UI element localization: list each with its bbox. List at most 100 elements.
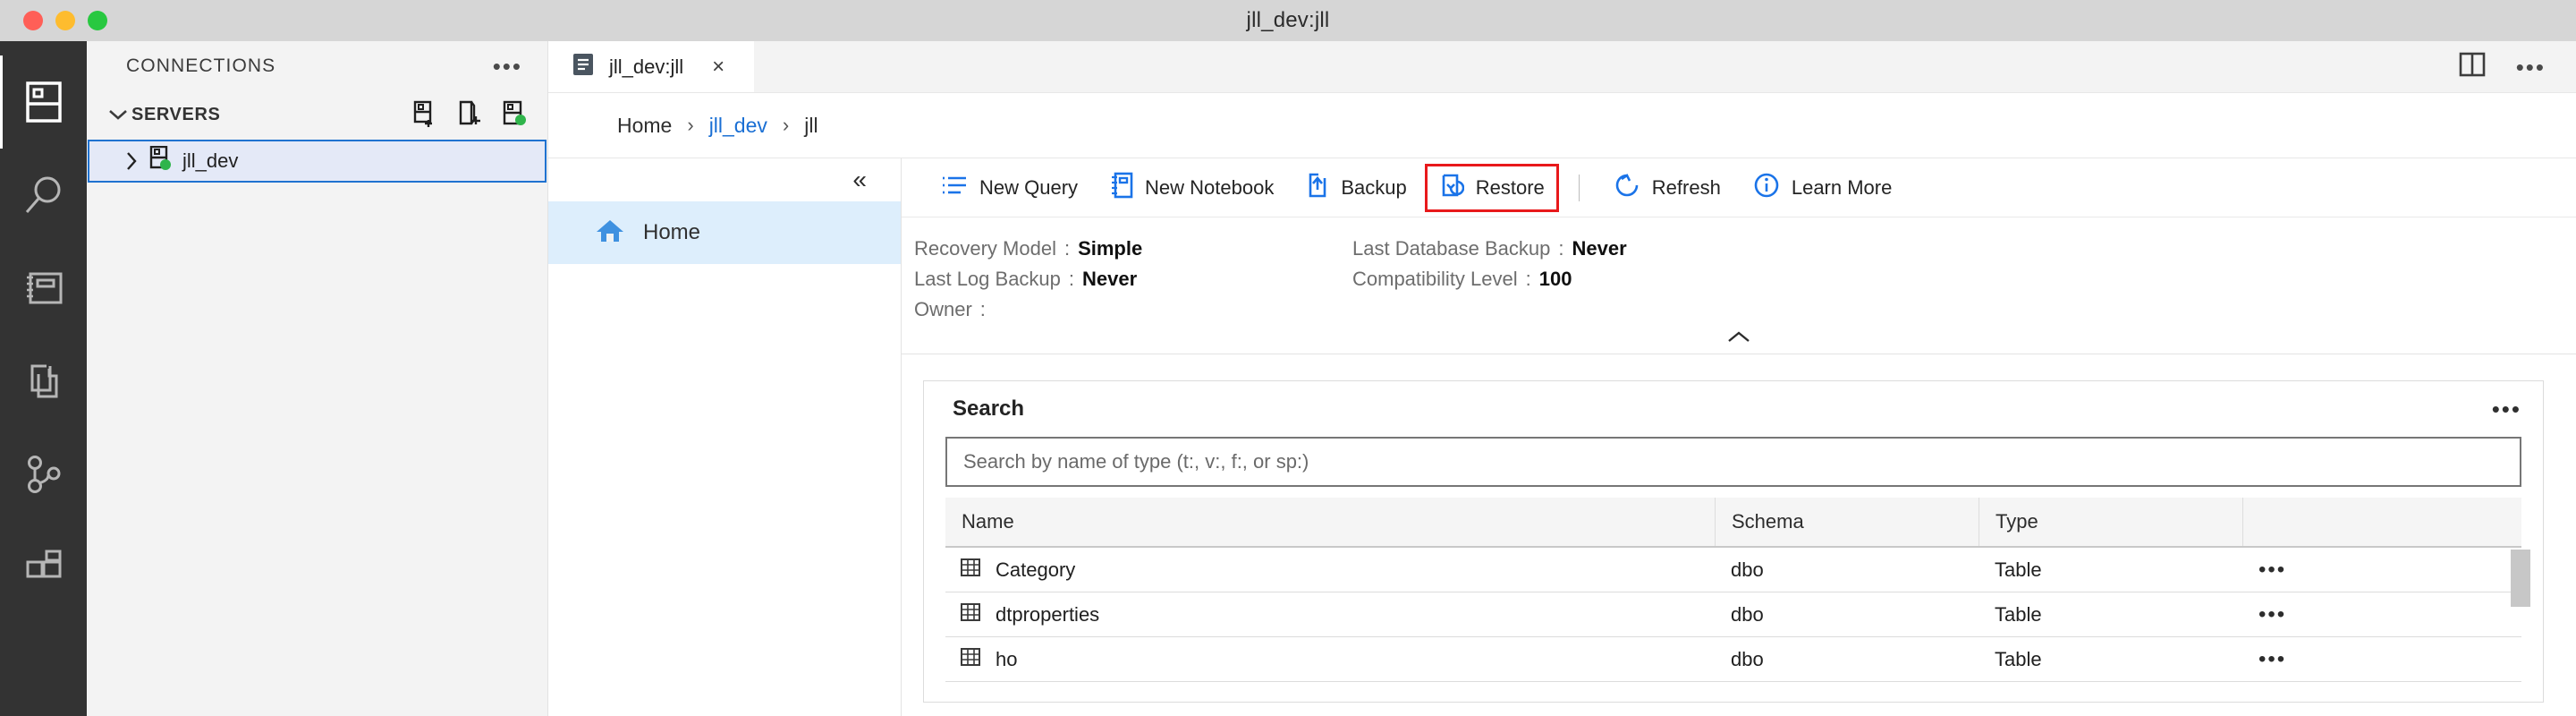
activity-item-connections[interactable] bbox=[0, 55, 87, 149]
dashboard: « Home New Query New Notebook Backup Res… bbox=[548, 158, 2576, 716]
refresh-label: Refresh bbox=[1651, 175, 1721, 199]
search-widget-title: Search bbox=[953, 396, 1025, 421]
connections-sidebar: CONNECTIONS ••• SERVERS jll_dev bbox=[87, 41, 548, 716]
server-tree-item-jll_dev[interactable]: jll_dev bbox=[88, 140, 547, 183]
info-icon bbox=[1753, 172, 1780, 204]
new-notebook-label: New Notebook bbox=[1145, 175, 1275, 199]
collapse-properties-icon[interactable] bbox=[1725, 325, 1752, 348]
property-key: Last Log Backup bbox=[914, 268, 1061, 290]
server-label: jll_dev bbox=[182, 149, 239, 172]
search-widget-more-icon[interactable]: ••• bbox=[2492, 397, 2521, 421]
property-recovery-model: Recovery Model: Simple bbox=[914, 237, 1143, 260]
refresh-icon bbox=[1614, 172, 1640, 204]
backup-icon bbox=[1306, 172, 1329, 204]
property-key: Recovery Model bbox=[914, 237, 1056, 260]
copy-files-icon bbox=[23, 362, 64, 401]
table-row[interactable]: Category dbo Table ••• bbox=[945, 548, 2521, 592]
cell-name: dtproperties bbox=[945, 601, 1715, 628]
dashboard-nav-header: « bbox=[548, 158, 901, 201]
breadcrumb: Home › jll_dev › jll bbox=[548, 93, 2576, 158]
row-more-icon[interactable]: ••• bbox=[2258, 603, 2286, 625]
app-window: jll_dev:jll CONNECTIONS ••• SERVERS jll_… bbox=[0, 0, 2576, 716]
sidebar-section-actions bbox=[411, 100, 528, 129]
chevron-down-icon[interactable] bbox=[105, 108, 131, 121]
table-icon bbox=[960, 601, 981, 628]
sidebar-section-servers[interactable]: SERVERS bbox=[87, 91, 547, 138]
editor-more-icon[interactable]: ••• bbox=[2516, 55, 2546, 79]
breadcrumb-item-home[interactable]: Home bbox=[617, 114, 672, 138]
cell-name-label: Category bbox=[996, 558, 1076, 581]
dashboard-nav-item-home[interactable]: Home bbox=[548, 201, 901, 264]
column-header-name[interactable]: Name bbox=[945, 498, 1715, 546]
search-input[interactable] bbox=[963, 450, 2504, 473]
breadcrumb-item-jll_dev[interactable]: jll_dev bbox=[709, 114, 767, 138]
dashboard-main: New Query New Notebook Backup Restore Re… bbox=[902, 158, 2576, 716]
add-server-group-icon[interactable] bbox=[456, 100, 483, 129]
activity-item-source-control[interactable] bbox=[0, 428, 87, 521]
cell-name-label: ho bbox=[996, 647, 1018, 670]
backup-label: Backup bbox=[1341, 175, 1407, 199]
backup-button[interactable]: Backup bbox=[1292, 164, 1420, 212]
table-vertical-scrollbar[interactable] bbox=[2511, 550, 2530, 607]
table-row[interactable]: dtproperties dbo Table ••• bbox=[945, 592, 2521, 637]
cell-actions[interactable]: ••• bbox=[2242, 558, 2296, 580]
column-header-actions bbox=[2242, 498, 2296, 546]
sidebar-section-label: SERVERS bbox=[131, 104, 221, 124]
cell-actions[interactable]: ••• bbox=[2242, 648, 2296, 669]
server-icon bbox=[25, 81, 63, 124]
cell-type: Table bbox=[1995, 647, 2042, 670]
tab-bar: jll_dev:jll × ••• bbox=[548, 41, 2576, 93]
window-title: jll_dev:jll bbox=[1246, 8, 1330, 32]
add-connection-icon[interactable] bbox=[411, 100, 438, 129]
new-query-button[interactable]: New Query bbox=[927, 166, 1092, 210]
property-last-log-backup: Last Log Backup: Never bbox=[914, 268, 1138, 290]
column-header-schema[interactable]: Schema bbox=[1715, 498, 1979, 546]
home-icon bbox=[595, 217, 625, 249]
new-notebook-button[interactable]: New Notebook bbox=[1096, 164, 1288, 212]
active-connections-icon[interactable] bbox=[501, 100, 528, 129]
cell-type: Table bbox=[1995, 602, 2042, 626]
table-icon bbox=[960, 557, 981, 584]
column-header-type[interactable]: Type bbox=[1979, 498, 2242, 546]
new-query-label: New Query bbox=[979, 175, 1079, 199]
learn-more-button[interactable]: Learn More bbox=[1739, 164, 1907, 212]
tab-bar-actions: ••• bbox=[2459, 41, 2576, 92]
close-icon[interactable]: × bbox=[712, 55, 724, 78]
editor-area: jll_dev:jll × ••• Home › jll_dev › jll « bbox=[548, 41, 2576, 716]
restore-button[interactable]: Restore bbox=[1424, 163, 1559, 212]
dashboard-nav-item-label: Home bbox=[643, 220, 701, 244]
sidebar-more-icon[interactable]: ••• bbox=[493, 55, 522, 78]
cell-schema: dbo bbox=[1731, 602, 1764, 626]
breadcrumb-item-jll[interactable]: jll bbox=[804, 114, 818, 138]
breadcrumb-separator: › bbox=[687, 114, 694, 136]
sidebar-title: CONNECTIONS bbox=[126, 55, 276, 76]
property-value: Simple bbox=[1078, 237, 1143, 260]
cell-name: Category bbox=[945, 557, 1715, 584]
connected-server-icon bbox=[148, 145, 174, 177]
tab-jll_dev-jll[interactable]: jll_dev:jll × bbox=[548, 41, 754, 92]
new-query-icon bbox=[941, 174, 968, 202]
properties-column-right: Last Database Backup: Never Compatibility… bbox=[1352, 237, 1627, 321]
tab-label: jll_dev:jll bbox=[609, 55, 684, 78]
table-row[interactable]: ho dbo Table ••• bbox=[945, 637, 2521, 682]
activity-item-search[interactable] bbox=[0, 149, 87, 242]
activity-item-source-files[interactable] bbox=[0, 335, 87, 428]
refresh-button[interactable]: Refresh bbox=[1599, 164, 1735, 212]
search-input-wrapper[interactable] bbox=[945, 437, 2521, 487]
property-key: Compatibility Level bbox=[1352, 268, 1518, 290]
chevron-right-icon[interactable] bbox=[114, 151, 148, 171]
activity-item-notebooks[interactable] bbox=[0, 242, 87, 335]
split-editor-icon[interactable] bbox=[2459, 52, 2486, 81]
cell-name-label: dtproperties bbox=[996, 602, 1100, 626]
restore-label: Restore bbox=[1475, 175, 1545, 199]
objects-table: Name Schema Type Category dbo Table ••• … bbox=[945, 498, 2530, 682]
collapse-panel-icon[interactable]: « bbox=[852, 167, 867, 192]
breadcrumb-separator: › bbox=[782, 114, 790, 136]
git-branch-icon bbox=[23, 454, 64, 495]
cell-actions[interactable]: ••• bbox=[2242, 603, 2296, 625]
row-more-icon[interactable]: ••• bbox=[2258, 648, 2286, 669]
toolbar-separator bbox=[1578, 174, 1580, 201]
activity-item-extensions[interactable] bbox=[0, 521, 87, 614]
database-properties: Recovery Model: Simple Last Log Backup: Ne… bbox=[902, 217, 2576, 342]
row-more-icon[interactable]: ••• bbox=[2258, 558, 2286, 580]
